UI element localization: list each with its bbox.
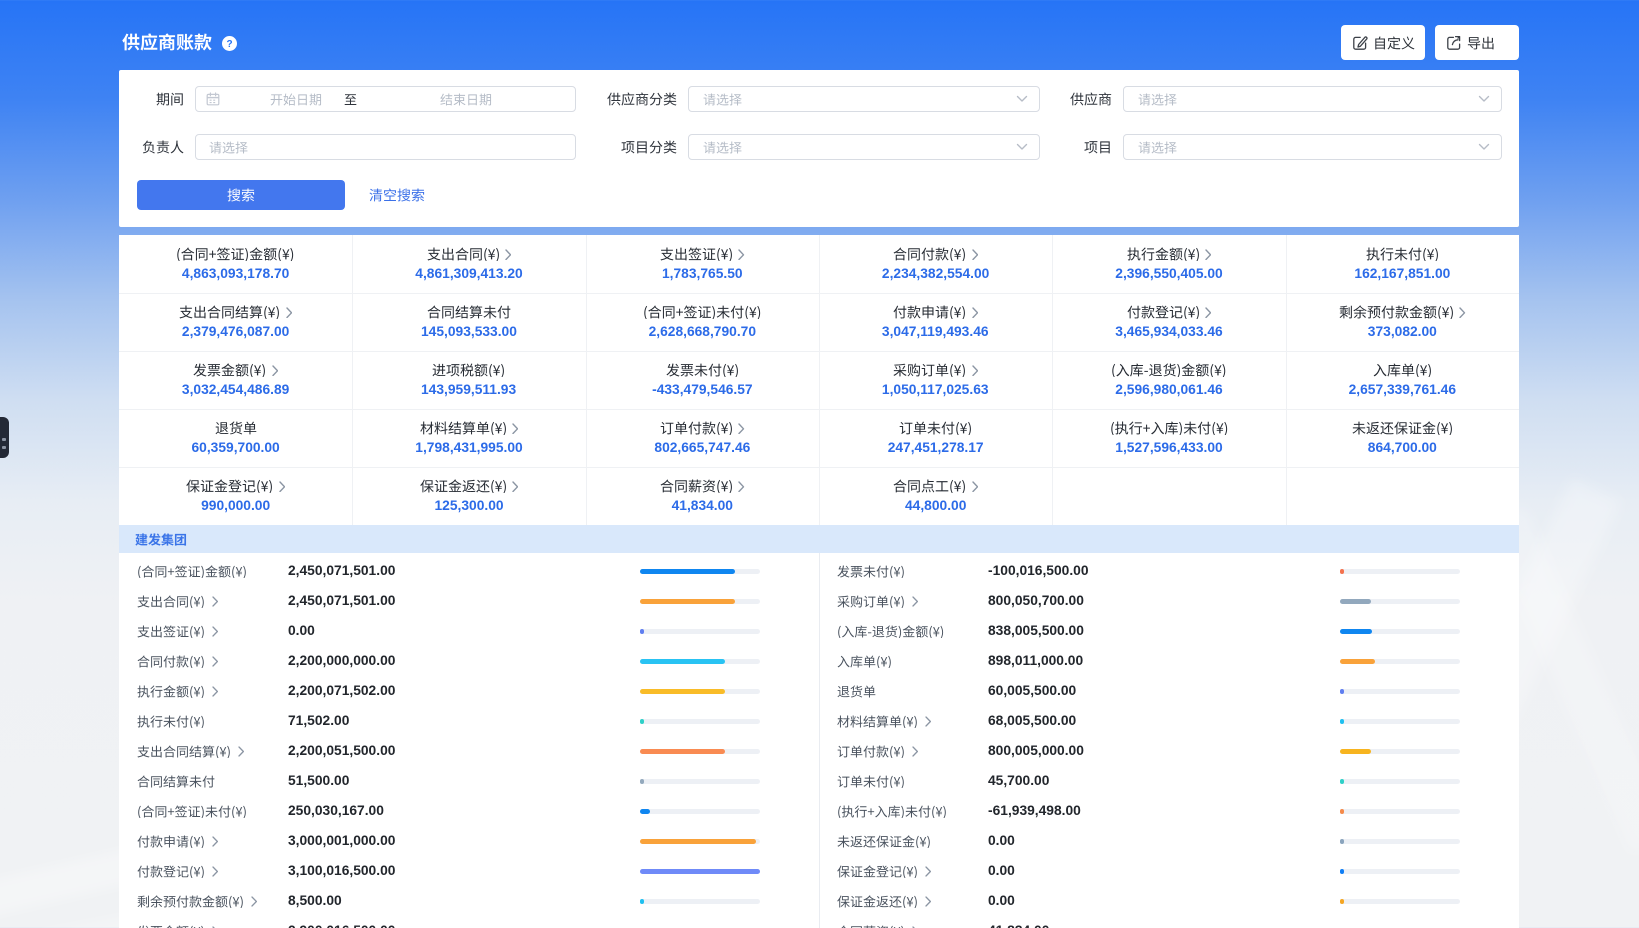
svg-text:?: ? [226,39,232,50]
